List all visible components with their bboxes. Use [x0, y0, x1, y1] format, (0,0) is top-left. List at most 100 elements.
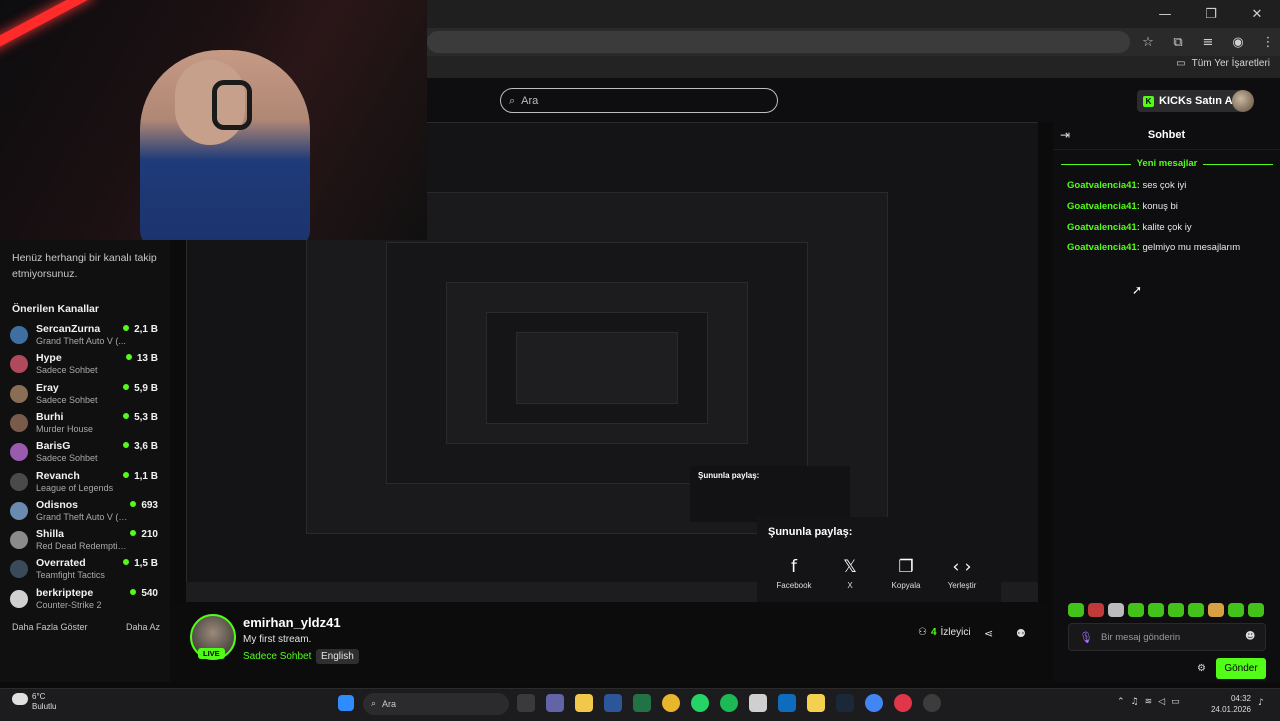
time: 04:32	[1230, 694, 1251, 703]
webcam-overlay	[0, 0, 427, 240]
spotify-icon[interactable]	[720, 694, 738, 712]
microphone-tray-icon[interactable]: ♫	[1131, 697, 1139, 707]
channel-viewers: 210	[130, 529, 158, 540]
show-less-button[interactable]: Daha Az	[126, 622, 160, 632]
valorant-icon[interactable]	[894, 694, 912, 712]
no-follow-note: Henüz herhangi bir kanalı takip etmiyors…	[12, 252, 157, 280]
capture-icon[interactable]	[749, 694, 767, 712]
channel-viewers: 540	[130, 588, 158, 599]
all-bookmarks-button[interactable]: ▭ Tüm Yer İşaretleri	[1176, 58, 1270, 69]
chevron-up-icon[interactable]: ⌃	[1117, 697, 1125, 707]
stream-category[interactable]: Sadece Sohbet	[243, 651, 311, 662]
user-avatar[interactable]	[1232, 90, 1254, 112]
share-copy-button[interactable]: ❐ Kopyala	[881, 557, 931, 590]
emote-icon[interactable]	[1188, 603, 1204, 617]
chrome-active-icon[interactable]	[865, 694, 883, 712]
channel-viewers: 5,3 B	[123, 412, 158, 423]
notification-bell-icon[interactable]: ♪	[1258, 698, 1264, 708]
send-button[interactable]: Gönder	[1216, 658, 1266, 679]
channel-item[interactable]: Overrated Teamfight Tactics 1,5 B	[10, 554, 160, 583]
emote-icon[interactable]	[1248, 603, 1264, 617]
channel-game: League of Legends	[36, 482, 114, 493]
channel-item[interactable]: SercanZurna Grand Theft Auto V (... 2,1 B	[10, 320, 160, 349]
channel-name: Revanch	[36, 469, 80, 482]
cloud-icon	[12, 693, 28, 705]
excel-icon[interactable]	[633, 694, 651, 712]
collapse-chat-icon[interactable]: ⇥	[1060, 128, 1070, 142]
system-tray: ⌃ ♫ ≋ ◁ ▭	[1117, 697, 1180, 707]
buy-kicks-label: KICKs Satın Al	[1159, 95, 1236, 107]
emote-icon[interactable]	[1108, 603, 1124, 617]
outlook-icon[interactable]	[778, 694, 796, 712]
channel-item[interactable]: Eray Sadece Sohbet 5,9 B	[10, 379, 160, 408]
taskbar-search-placeholder: Ara	[382, 699, 397, 709]
channel-avatar	[10, 413, 28, 432]
address-input[interactable]	[427, 31, 1130, 53]
share-facebook-button[interactable]: f Facebook	[769, 557, 819, 590]
channel-avatar	[10, 355, 28, 374]
buy-kicks-button[interactable]: K KICKs Satın Al	[1137, 90, 1244, 112]
emote-bar	[1068, 603, 1264, 617]
close-window-button[interactable]: ✕	[1234, 0, 1280, 28]
weather-widget[interactable]: 6°C Bulutlu	[32, 692, 56, 712]
language-tag[interactable]: English	[316, 649, 359, 664]
taskbar-search[interactable]: ⌕ Ara	[363, 693, 509, 715]
channel-item[interactable]: Burhi Murder House 5,3 B	[10, 408, 160, 437]
channel-item[interactable]: BarisG Sadece Sohbet 3,6 B	[10, 437, 160, 466]
browser-menu-icon[interactable]: ⋮	[1258, 31, 1278, 53]
word-icon[interactable]	[604, 694, 622, 712]
wifi-icon[interactable]: ≋	[1145, 697, 1153, 707]
emote-icon[interactable]	[1068, 603, 1084, 617]
channel-game: Teamfight Tactics	[36, 570, 105, 581]
channel-item[interactable]: Revanch League of Legends 1,1 B	[10, 467, 160, 496]
start-button[interactable]	[338, 695, 354, 711]
share-x-button[interactable]: 𝕏 X	[825, 557, 875, 590]
chat-settings-icon[interactable]: ⚙	[1197, 663, 1206, 674]
emoji-icon[interactable]: ☻	[1245, 631, 1255, 642]
channel-avatar	[10, 560, 28, 579]
show-more-button[interactable]: Daha Fazla Göster	[12, 622, 88, 632]
share-embed-button[interactable]: ‹ › Yerleştir	[937, 557, 987, 590]
clock[interactable]: 04:32 24.01.2026	[1205, 693, 1251, 715]
task-view-icon[interactable]	[517, 694, 535, 712]
search-input[interactable]: ⌕ Ara	[500, 88, 778, 113]
channel-item[interactable]: berkriptepe Counter-Strike 2 540	[10, 584, 160, 613]
reading-list-icon[interactable]: ≡	[1198, 31, 1218, 53]
emote-icon[interactable]	[1148, 603, 1164, 617]
streamer-name[interactable]: emirhan_yldz41	[243, 615, 341, 630]
channel-avatar	[10, 384, 28, 403]
minimize-button[interactable]: —	[1142, 0, 1188, 28]
channel-item[interactable]: Shilla Red Dead Redemption II 210	[10, 525, 160, 554]
channel-game: Counter-Strike 2	[36, 599, 102, 610]
extensions-icon[interactable]: ⧉	[1168, 31, 1188, 53]
channel-avatar	[10, 501, 28, 520]
channel-name: Overrated	[36, 557, 86, 570]
profile-icon[interactable]: ◉	[1228, 31, 1248, 53]
volume-icon[interactable]: ◁	[1158, 697, 1165, 707]
file-explorer-icon[interactable]	[575, 694, 593, 712]
chrome-icon[interactable]	[662, 694, 680, 712]
channel-avatar	[10, 326, 28, 344]
sticky-notes-icon[interactable]	[807, 694, 825, 712]
whatsapp-icon[interactable]	[691, 694, 709, 712]
emote-icon[interactable]	[1088, 603, 1104, 617]
new-messages-label: Yeni mesajlar	[1130, 158, 1204, 169]
channel-item[interactable]: Odisnos Grand Theft Auto V (G... 693	[10, 496, 160, 525]
steam-icon[interactable]	[836, 694, 854, 712]
emote-icon[interactable]	[1228, 603, 1244, 617]
emote-icon[interactable]	[1128, 603, 1144, 617]
teams-icon[interactable]	[546, 694, 564, 712]
share-icon[interactable]: ⋖	[984, 627, 993, 640]
battery-icon[interactable]: ▭	[1171, 697, 1180, 707]
follow-user-icon[interactable]: ⚉	[1016, 627, 1026, 640]
emote-icon[interactable]	[1208, 603, 1224, 617]
maximize-button[interactable]: ❐	[1188, 0, 1234, 28]
channel-avatar	[10, 531, 28, 550]
emote-icon[interactable]	[1168, 603, 1184, 617]
bookmark-star-icon[interactable]: ☆	[1138, 31, 1158, 53]
obs-icon[interactable]	[923, 694, 941, 712]
channel-name: Hype	[36, 352, 62, 365]
channel-game: Murder House	[36, 423, 94, 434]
channel-item[interactable]: Hype Sadece Sohbet 13 B	[10, 349, 160, 378]
microphone-icon[interactable]: 🎙	[1079, 631, 1093, 644]
